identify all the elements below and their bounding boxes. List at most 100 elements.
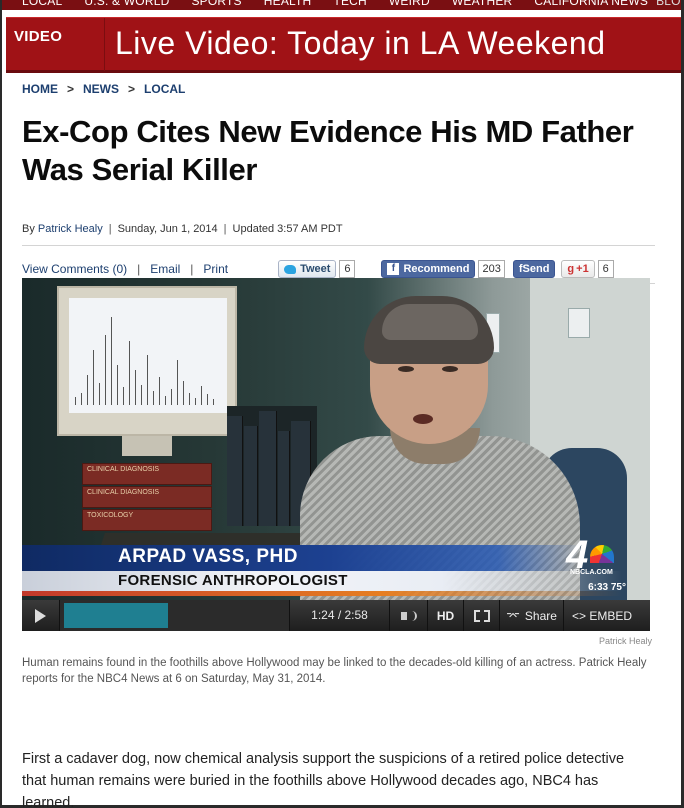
lower-third-graphic: ARPAD VASS, PHD FORENSIC ANTHROPOLOGIST … [22, 533, 650, 600]
graph-peak [93, 350, 94, 405]
fullscreen-icon [473, 609, 490, 622]
tweet-count: 6 [339, 260, 356, 278]
nav-item-tech[interactable]: TECH [333, 0, 366, 8]
photo-credit: Patrick Healy [598, 636, 652, 646]
view-comments-link[interactable]: View Comments (0) [22, 262, 127, 276]
video-controls: 1:24 / 2:58 HD ⌤ Share <> EMBED [22, 600, 650, 631]
graph-peak [183, 381, 184, 405]
eye [442, 366, 458, 372]
graph-peak [189, 393, 190, 405]
twitter-bird-icon [284, 264, 297, 274]
article-header: HOME > NEWS > LOCAL Ex-Cop Cites New Evi… [22, 78, 655, 284]
email-link[interactable]: Email [150, 262, 180, 276]
eye [398, 366, 414, 372]
breadcrumb: HOME > NEWS > LOCAL [22, 82, 655, 96]
send-label: Send [522, 263, 550, 275]
lower-third-name-bar: ARPAD VASS, PHD [22, 545, 582, 571]
author-link[interactable]: Patrick Healy [38, 223, 103, 235]
google-plus-count: 6 [597, 260, 614, 278]
fullscreen-button[interactable] [464, 600, 500, 631]
video-caption: Human remains found in the foothills abo… [22, 657, 647, 685]
graph-peak [207, 394, 208, 405]
recommend-count: 203 [478, 260, 505, 278]
google-plus-button[interactable]: g +1 [561, 260, 595, 278]
graph-peak [105, 335, 106, 405]
share-icon: ⌤ [506, 608, 520, 623]
monitor-screen [69, 298, 227, 413]
lower-third-accent [22, 591, 622, 596]
nav-item-california-news[interactable]: CALIFORNIA NEWS [534, 0, 648, 8]
article-body-paragraph: First a cadaver dog, now chemical analys… [22, 751, 625, 808]
breadcrumb-news[interactable]: NEWS [83, 82, 119, 96]
facebook-recommend-button[interactable]: f Recommend [381, 260, 476, 278]
volume-button[interactable] [390, 600, 428, 631]
live-video-title[interactable]: Live Video: Today in LA Weekend [115, 25, 606, 62]
play-button[interactable] [22, 600, 60, 631]
station-site: NBCLA.COM [570, 569, 613, 576]
video-player[interactable]: CLINICAL DIAGNOSIS CLINICAL DIAGNOSIS TO… [22, 278, 650, 631]
nav-item-weird[interactable]: WEIRD [389, 0, 430, 8]
graph-peak [159, 377, 160, 405]
graph-peak [141, 385, 142, 405]
graph-peak [99, 383, 100, 405]
computer-monitor [57, 286, 237, 436]
byline-separator: | [108, 223, 112, 235]
top-navigation: LOCAL U.S. & WORLD SPORTS HEALTH TECH WE… [2, 0, 681, 10]
divider [22, 245, 655, 246]
video-frame[interactable]: CLINICAL DIAGNOSIS CLINICAL DIAGNOSIS TO… [22, 278, 650, 606]
play-icon [35, 608, 46, 623]
book-spine: CLINICAL DIAGNOSIS [82, 486, 212, 508]
shelf-book [227, 416, 243, 526]
video-tag: VIDEO [14, 28, 63, 45]
facebook-icon: f [387, 263, 400, 275]
nav-item-local[interactable]: LOCAL [22, 0, 62, 8]
screenshot-frame-left [0, 0, 2, 808]
monitor-stand [122, 436, 172, 456]
graph-peak [165, 396, 166, 405]
breadcrumb-home[interactable]: HOME [22, 82, 58, 96]
sound-wave-icon [409, 610, 417, 621]
graph-peak [75, 397, 76, 405]
nav-item-blogs[interactable]: BLOGS: PRESS HE [656, 0, 681, 8]
lower-third-title-bar: FORENSIC ANTHROPOLOGIST [22, 571, 622, 591]
nav-item-weather[interactable]: WEATHER [452, 0, 513, 8]
graph-peak [81, 393, 82, 405]
progress-bar[interactable] [60, 600, 290, 631]
lower-third-title: FORENSIC ANTHROPOLOGIST [118, 572, 348, 589]
graph-peak [147, 355, 148, 405]
playback-time: 1:24 / 2:58 [290, 600, 390, 631]
breadcrumb-separator: > [67, 82, 75, 96]
graph-peak [213, 399, 214, 405]
article-headline: Ex-Cop Cites New Evidence His MD Father … [22, 113, 655, 189]
share-label: Share [524, 608, 557, 623]
nbc-peacock-icon [590, 545, 614, 563]
headline-line-2: Was Serial Killer [22, 152, 257, 187]
graph-peak [177, 360, 178, 405]
publish-date: Sunday, Jun 1, 2014 [117, 223, 218, 235]
hd-toggle[interactable]: HD [428, 600, 464, 631]
graph-peak [195, 398, 196, 405]
book-spine: TOXICOLOGY [82, 509, 212, 531]
mouth [413, 414, 433, 424]
tweet-label: Tweet [300, 263, 331, 275]
byline-prefix: By [22, 223, 35, 235]
graph-peak [123, 387, 124, 405]
google-plus-label: +1 [576, 263, 589, 275]
tweet-button[interactable]: Tweet [278, 260, 337, 278]
nav-item-sports[interactable]: SPORTS [191, 0, 241, 8]
shelf-book [259, 411, 277, 526]
graph-peak [171, 389, 172, 405]
share-button[interactable]: ⌤ Share [500, 600, 564, 631]
breadcrumb-local[interactable]: LOCAL [144, 82, 185, 96]
graph-peak [117, 365, 118, 405]
live-video-banner[interactable]: VIDEO Live Video: Today in LA Weekend [6, 17, 681, 73]
graph-peak [153, 391, 154, 405]
nav-item-health[interactable]: HEALTH [264, 0, 312, 8]
chromatogram-graph [75, 315, 221, 405]
nav-item-us-world[interactable]: U.S. & WORLD [84, 0, 169, 8]
graph-peak [129, 341, 130, 405]
embed-button[interactable]: <> EMBED [564, 600, 640, 631]
facebook-send-button[interactable]: f Send [512, 260, 556, 278]
progress-fill [64, 603, 168, 628]
print-link[interactable]: Print [203, 262, 228, 276]
